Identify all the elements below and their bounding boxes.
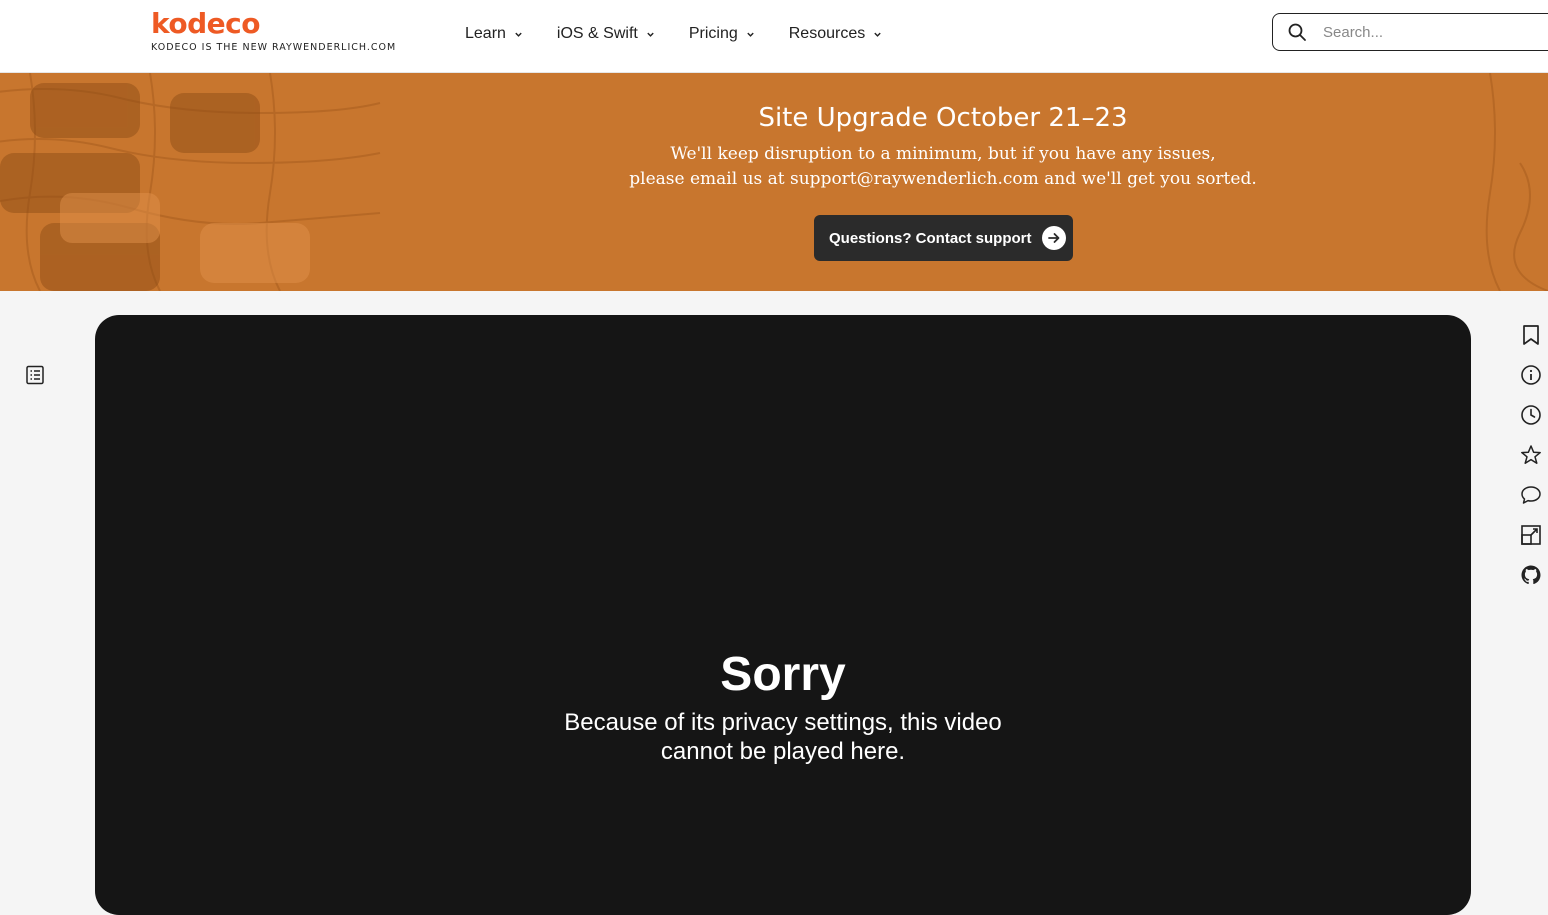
github-icon[interactable] (1519, 563, 1543, 587)
arrow-right-icon (1041, 226, 1066, 250)
banner-message-line: please email us at support@raywenderlich… (629, 169, 1257, 189)
logo-tagline: KODECO IS THE NEW RAYWENDERLICH.COM (151, 42, 397, 53)
chevron-down-icon (647, 32, 654, 37)
external-link-icon[interactable] (1519, 523, 1543, 547)
kodeco-logo[interactable]: kodeco KODECO IS THE NEW RAYWENDERLICH.C… (151, 7, 397, 54)
nav-learn-label: Learn (465, 25, 506, 42)
chevron-down-icon (515, 32, 522, 37)
nav-learn[interactable]: Learn (465, 22, 523, 46)
nav-pricing[interactable]: Pricing (689, 22, 755, 46)
banner-message-line: We'll keep disruption to a minimum, but … (670, 144, 1216, 164)
video-error-line: cannot be played here. (660, 738, 906, 765)
nav-ios-swift-label: iOS & Swift (556, 25, 638, 42)
right-action-rail (1519, 323, 1543, 603)
star-icon[interactable] (1519, 443, 1543, 467)
search-input[interactable] (1321, 22, 1525, 42)
banner-message: We'll keep disruption to a minimum, but … (169, 142, 1548, 192)
upgrade-banner: Site Upgrade October 21–23 We'll keep di… (0, 73, 1548, 291)
logo-wordmark: kodeco (151, 7, 260, 40)
main-nav: Learn iOS & Swift Pricing Resources (465, 22, 916, 46)
nav-ios-swift[interactable]: iOS & Swift (557, 22, 655, 46)
banner-title: Site Upgrade October 21–23 (758, 103, 1128, 133)
video-error-title: Sorry (720, 648, 846, 701)
chevron-down-icon (874, 32, 881, 37)
nav-pricing-label: Pricing (688, 25, 738, 42)
table-of-contents-icon[interactable] (25, 365, 45, 385)
search-box[interactable] (1272, 13, 1548, 51)
video-error-line: Because of its privacy settings, this vi… (564, 709, 1002, 736)
nav-resources[interactable]: Resources (789, 22, 882, 46)
clock-icon[interactable] (1519, 403, 1543, 427)
nav-resources-label: Resources (788, 25, 866, 42)
contact-support-label: Questions? Contact support (829, 229, 1032, 247)
video-player[interactable]: Sorry Because of its privacy settings, t… (95, 315, 1471, 915)
site-header: kodeco KODECO IS THE NEW RAYWENDERLICH.C… (0, 0, 1548, 73)
contact-support-button[interactable]: Questions? Contact support (814, 215, 1073, 261)
info-icon[interactable] (1519, 363, 1543, 387)
video-error-message: Because of its privacy settings, this vi… (95, 708, 1471, 766)
chevron-down-icon (747, 32, 754, 37)
bookmark-icon[interactable] (1519, 323, 1543, 347)
comment-icon[interactable] (1519, 483, 1543, 507)
search-icon (1288, 23, 1306, 41)
